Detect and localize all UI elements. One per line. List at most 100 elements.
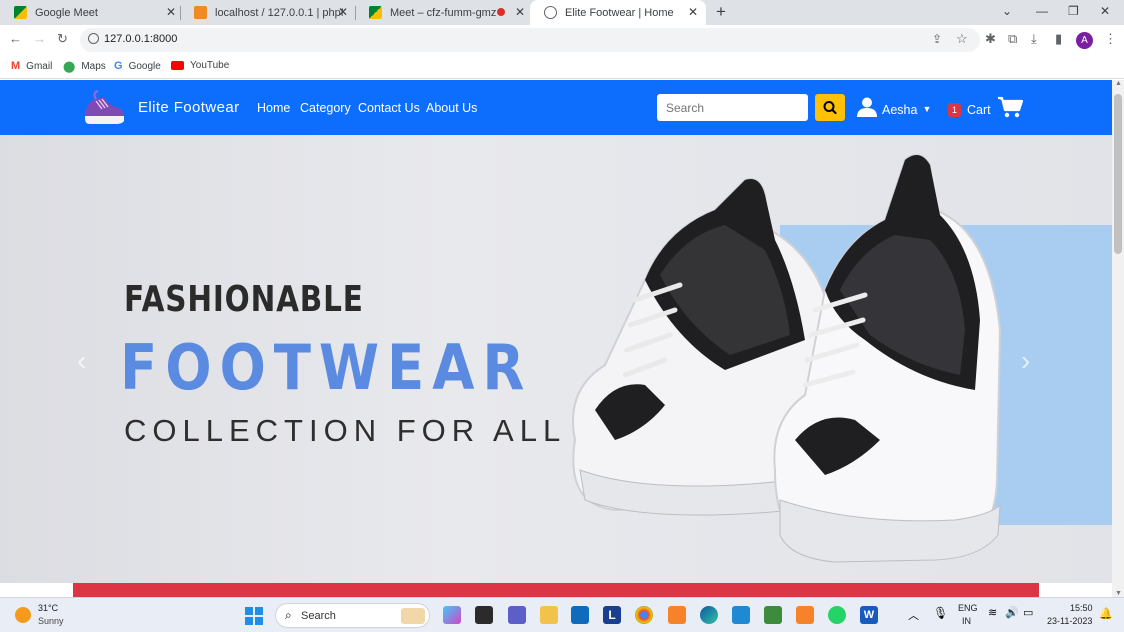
download-icon[interactable]: ⤓ (1031, 31, 1037, 47)
tab-meet-call[interactable]: Meet – cfz-fumm-gmz ✕ (355, 0, 527, 25)
close-tab-icon[interactable]: ✕ (513, 5, 527, 19)
microphone-icon[interactable]: 🎙 (933, 606, 948, 620)
share-icon[interactable]: ⇪ (932, 32, 942, 46)
task-view-icon[interactable] (475, 606, 493, 624)
cart-count-badge: 1 (948, 103, 962, 117)
taskbar-search[interactable]: ⌕ Search (275, 603, 430, 628)
caret-down-icon: ▼ (922, 103, 932, 114)
back-icon[interactable]: ← (9, 31, 22, 46)
new-tab-button[interactable]: + (716, 2, 726, 22)
browser-tab-strip: Google Meet ✕ localhost / 127.0.0.1 | ph… (0, 0, 1124, 25)
clock-time[interactable]: 15:50 (1070, 603, 1093, 613)
tab-phpmyadmin[interactable]: localhost / 127.0.0.1 | phpMyAdmin ✕ (180, 0, 350, 25)
extension-icon[interactable]: ⧉ (1008, 31, 1017, 47)
hero-heading-line2: FOOTWEAR (120, 331, 533, 404)
info-icon[interactable] (88, 33, 99, 44)
search-icon: ⌕ (285, 608, 292, 622)
battery-icon[interactable]: ▭ (1023, 606, 1033, 619)
notification-bell-icon[interactable]: 🔔 (1099, 607, 1113, 620)
brand-name[interactable]: Elite Footwear (138, 99, 239, 116)
extensions-icon[interactable]: ✱ (985, 31, 996, 47)
bookmark-google[interactable]: G Google (114, 60, 161, 72)
forward-icon[interactable]: → (33, 31, 46, 46)
minimize-button[interactable]: — (1036, 4, 1048, 18)
file-explorer-icon[interactable] (540, 606, 558, 624)
taskbar-search-label: Search (301, 610, 336, 622)
close-tab-icon[interactable]: ✕ (336, 5, 350, 19)
copilot-icon[interactable] (443, 606, 461, 624)
hero-heading-line3: COLLECTION FOR ALL (124, 413, 567, 448)
l-app-icon[interactable]: L (603, 606, 621, 624)
bookmark-maps[interactable]: ⬤ Maps (63, 60, 106, 73)
nav-home[interactable]: Home (257, 101, 290, 115)
google-icon: G (114, 60, 123, 72)
close-tab-icon[interactable]: ✕ (686, 5, 700, 19)
clock-date: 23-11-2023 (1047, 616, 1093, 626)
xampp-icon[interactable] (668, 606, 686, 624)
vscode-icon[interactable] (732, 606, 750, 624)
meet-icon (369, 6, 382, 19)
store-icon[interactable] (764, 606, 782, 624)
carousel-prev-icon[interactable]: ‹ (77, 345, 86, 377)
language-label[interactable]: ENG (958, 603, 978, 613)
cart-link[interactable]: 1 Cart (948, 96, 1023, 118)
search-button[interactable] (815, 94, 845, 121)
search-icon (823, 101, 837, 115)
teams-icon[interactable] (508, 606, 526, 624)
windows-start-icon[interactable] (245, 607, 263, 625)
chrome-icon[interactable] (635, 606, 653, 624)
shoe-logo-icon[interactable] (82, 89, 126, 127)
xampp-control-icon[interactable] (796, 606, 814, 624)
globe-icon (544, 6, 557, 19)
bookmark-gmail[interactable]: M Gmail (11, 60, 52, 72)
scroll-down-icon[interactable]: ▼ (1115, 590, 1122, 597)
youtube-icon (171, 61, 184, 70)
menu-icon[interactable]: ⋮ (1104, 31, 1117, 47)
tab-google-meet[interactable]: Google Meet ✕ (0, 0, 178, 25)
user-name: Aesha (882, 102, 918, 117)
bookmark-star-icon[interactable]: ☆ (956, 31, 968, 47)
close-window-button[interactable]: ✕ (1100, 4, 1110, 18)
gmail-icon: M (11, 60, 21, 72)
bookmark-label: Gmail (26, 60, 53, 72)
section-banner (73, 583, 1039, 597)
nav-category[interactable]: Category (300, 101, 351, 115)
bookmark-youtube[interactable]: YouTube (171, 60, 229, 71)
reload-icon[interactable]: ↻ (57, 31, 68, 47)
close-tab-icon[interactable]: ✕ (164, 5, 178, 19)
bookmark-label: Maps (81, 61, 106, 72)
edge-icon[interactable] (700, 606, 718, 624)
chevron-up-icon[interactable]: ︿ (908, 607, 919, 623)
tab-elite-footwear[interactable]: Elite Footwear | Home ✕ (530, 0, 706, 25)
scrollbar-thumb[interactable] (1114, 94, 1122, 254)
tab-title: Elite Footwear | Home (565, 6, 674, 19)
word-icon[interactable]: W (860, 606, 878, 624)
restore-button[interactable]: ❐ (1068, 4, 1079, 18)
meet-icon (14, 6, 27, 19)
page-scrollbar[interactable]: ▲ ▼ (1112, 80, 1124, 597)
address-bar[interactable]: 127.0.0.1:8000 ⇪ ☆ (80, 28, 980, 52)
volume-icon[interactable]: 🔊 (1005, 606, 1019, 619)
scroll-up-icon[interactable]: ▲ (1115, 80, 1122, 87)
shopping-cart-icon (997, 96, 1023, 118)
bookmarks-bar: M Gmail ⬤ Maps G Google YouTube (0, 55, 1124, 79)
search-input[interactable] (657, 94, 808, 121)
nav-contact-us[interactable]: Contact Us (358, 101, 420, 115)
tab-title: Meet – cfz-fumm-gmz (390, 6, 497, 19)
weather-desc: Sunny (38, 616, 64, 626)
tab-search-icon[interactable]: ⌄ (1002, 4, 1012, 18)
profile-avatar[interactable]: A (1076, 32, 1093, 49)
user-menu[interactable]: Aesha ▼ (856, 96, 931, 118)
wifi-icon[interactable]: ≋ (988, 606, 997, 619)
user-icon (857, 97, 877, 117)
weather-temp[interactable]: 31°C (38, 603, 58, 613)
url-text: 127.0.0.1:8000 (104, 33, 178, 45)
nav-about-us[interactable]: About Us (426, 101, 477, 115)
windows-taskbar: 31°C Sunny ⌕ Search L W ︿ 🎙 ENG IN ≋ 🔊 ▭… (0, 597, 1124, 632)
whatsapp-icon[interactable] (828, 606, 846, 624)
tab-title: localhost / 127.0.0.1 | phpMyAdmin (215, 6, 343, 19)
side-panel-icon[interactable]: ▮ (1055, 31, 1062, 47)
region-label: IN (962, 616, 971, 626)
carousel-next-icon[interactable]: › (1021, 345, 1030, 377)
mail-icon[interactable] (571, 606, 589, 624)
